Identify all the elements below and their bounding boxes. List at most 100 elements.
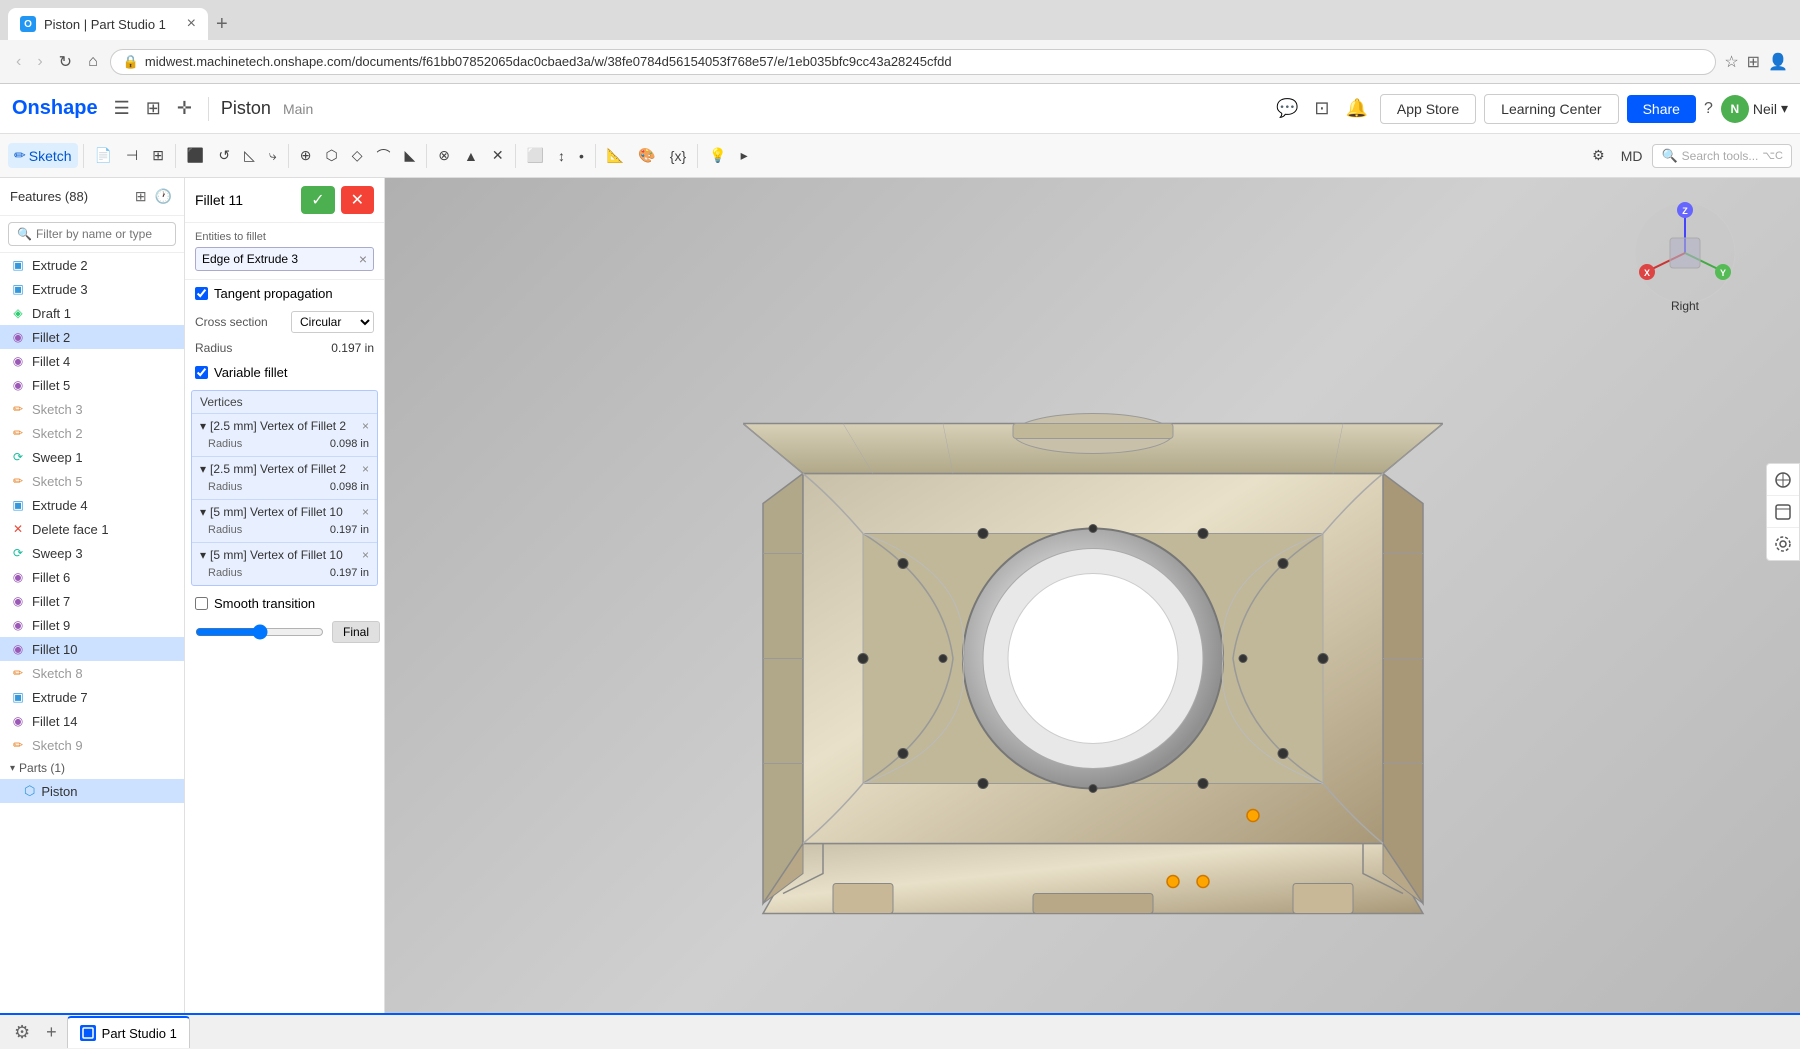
- grid-tools-btn[interactable]: ⊞: [142, 94, 165, 123]
- filter-input[interactable]: [36, 227, 185, 241]
- boolean-btn[interactable]: ⊗: [432, 143, 456, 168]
- help-btn[interactable]: ?: [1704, 100, 1713, 118]
- refresh-btn[interactable]: ↻: [55, 50, 76, 74]
- feature-fillet4[interactable]: ◉ Fillet 4: [0, 349, 184, 373]
- offset-btn[interactable]: ⊕: [294, 143, 318, 168]
- axis-btn[interactable]: ↕: [552, 144, 571, 168]
- chat-btn[interactable]: 💬: [1272, 94, 1302, 123]
- transition-slider[interactable]: [195, 624, 324, 640]
- filter-input-wrapper[interactable]: 🔍: [8, 222, 176, 246]
- render-btn[interactable]: 💡: [703, 143, 732, 168]
- feature-sketch5[interactable]: ✏ Sketch 5: [0, 469, 184, 493]
- feature-draft1[interactable]: ◈ Draft 1: [0, 301, 184, 325]
- feature-extrude4[interactable]: ▣ Extrude 4: [0, 493, 184, 517]
- feature-fillet7[interactable]: ◉ Fillet 7: [0, 589, 184, 613]
- more-btn[interactable]: ▸: [735, 143, 754, 168]
- feature-fillet5[interactable]: ◉ Fillet 5: [0, 373, 184, 397]
- variable-fillet-checkbox[interactable]: [195, 366, 208, 379]
- feature-fillet9[interactable]: ◉ Fillet 9: [0, 613, 184, 637]
- 3d-viewport[interactable]: Z Y X Right: [385, 178, 1800, 1013]
- move-btn[interactable]: ▲: [458, 144, 484, 168]
- share-btn[interactable]: Share: [1627, 95, 1696, 123]
- follow-btn[interactable]: ⊡: [1310, 94, 1333, 123]
- settings-btn[interactable]: ⚙: [1586, 143, 1611, 168]
- plane-btn[interactable]: ⬜: [521, 143, 550, 168]
- sweep-btn[interactable]: ⤷: [263, 143, 283, 168]
- new-tab-btn[interactable]: +: [216, 13, 228, 36]
- expand-all-btn[interactable]: ⊞: [133, 186, 149, 207]
- layers-panel-icon[interactable]: [1767, 464, 1799, 496]
- variable-btn[interactable]: {x}: [664, 144, 692, 168]
- feature-fillet6[interactable]: ◉ Fillet 6: [0, 565, 184, 589]
- fillet-btn[interactable]: ⌒: [370, 142, 396, 170]
- cancel-btn[interactable]: ✕: [341, 186, 374, 214]
- chamfer-btn[interactable]: ◣: [398, 143, 421, 168]
- extensions-btn[interactable]: ⊞: [1747, 52, 1760, 72]
- hamburger-menu-btn[interactable]: ☰: [110, 94, 134, 123]
- feature-sketch2[interactable]: ✏ Sketch 2: [0, 421, 184, 445]
- smooth-transition-label: Smooth transition: [214, 596, 315, 611]
- feature-sketch9[interactable]: ✏ Sketch 9: [0, 733, 184, 757]
- profile-btn[interactable]: 👤: [1768, 52, 1788, 72]
- appearance-panel-icon[interactable]: [1767, 496, 1799, 528]
- feature-fillet10[interactable]: ◉ Fillet 10: [0, 637, 184, 661]
- search-tools-field[interactable]: 🔍 Search tools... ⌥C: [1652, 144, 1792, 168]
- mode-btn[interactable]: MD: [1615, 144, 1649, 168]
- feature-sweep3[interactable]: ⟳ Sweep 3: [0, 541, 184, 565]
- history-btn[interactable]: 🕐: [153, 186, 174, 207]
- tangent-propagation-checkbox[interactable]: [195, 287, 208, 300]
- feature-sketch8[interactable]: ✏ Sketch 8: [0, 661, 184, 685]
- cross-section-select[interactable]: Circular Conic Curvature: [291, 311, 374, 333]
- vertex-remove-1-btn[interactable]: ×: [362, 419, 369, 433]
- active-tab[interactable]: O Piston | Part Studio 1 ×: [8, 8, 208, 40]
- vertex-remove-3-btn[interactable]: ×: [362, 505, 369, 519]
- vertex-remove-4-btn[interactable]: ×: [362, 548, 369, 562]
- back-btn[interactable]: ‹: [12, 51, 25, 73]
- confirm-btn[interactable]: ✓: [301, 186, 334, 214]
- final-btn[interactable]: Final: [332, 621, 380, 643]
- point-btn[interactable]: •: [573, 144, 590, 168]
- part-studio-tab[interactable]: Part Studio 1: [67, 1016, 190, 1048]
- draft-btn[interactable]: ◇: [346, 143, 369, 168]
- part-piston[interactable]: ⬡ Piston: [0, 779, 184, 803]
- sketch-tool-btn[interactable]: ✏ Sketch: [8, 143, 78, 168]
- revolve-btn[interactable]: ↺: [212, 143, 236, 168]
- app-store-btn[interactable]: App Store: [1380, 94, 1476, 124]
- feature-sweep1[interactable]: ⟳ Sweep 1: [0, 445, 184, 469]
- feature-fillet14[interactable]: ◉ Fillet 14: [0, 709, 184, 733]
- learning-center-btn[interactable]: Learning Center: [1484, 94, 1618, 124]
- feature-deleteface1[interactable]: ✕ Delete face 1: [0, 517, 184, 541]
- forward-btn[interactable]: ›: [33, 51, 46, 73]
- appearance-btn[interactable]: 🎨: [632, 143, 661, 168]
- tab-close-btn[interactable]: ×: [187, 16, 196, 32]
- measure-btn[interactable]: 📐: [601, 143, 630, 168]
- bookmark-btn[interactable]: ☆: [1724, 52, 1738, 72]
- add-tab-btn[interactable]: ⚙: [8, 1020, 36, 1045]
- smooth-transition-checkbox[interactable]: [195, 597, 208, 610]
- feature-extrude7[interactable]: ▣ Extrude 7: [0, 685, 184, 709]
- orientation-gizmo[interactable]: Z Y X Right: [1630, 198, 1740, 308]
- feature-fillet2[interactable]: ◉ Fillet 2: [0, 325, 184, 349]
- feature-sketch3[interactable]: ✏ Sketch 3: [0, 397, 184, 421]
- delete-btn[interactable]: ✕: [486, 143, 510, 168]
- nav-actions: ☆ ⊞ 👤: [1724, 52, 1788, 72]
- feature-extrude2[interactable]: ▣ Extrude 2: [0, 253, 184, 277]
- mirror-btn[interactable]: ⊣: [120, 143, 144, 168]
- address-bar[interactable]: 🔒 midwest.machinetech.onshape.com/docume…: [110, 49, 1717, 75]
- shell-btn[interactable]: ⬡: [319, 143, 343, 168]
- vertex-remove-2-btn[interactable]: ×: [362, 462, 369, 476]
- entity-remove-btn[interactable]: ×: [359, 251, 367, 267]
- loft-btn[interactable]: ◺: [238, 143, 261, 168]
- onshape-logo[interactable]: Onshape: [12, 97, 98, 120]
- settings-panel-icon[interactable]: [1767, 528, 1799, 560]
- home-btn[interactable]: ⌂: [84, 51, 102, 73]
- cursor-tools-btn[interactable]: ✛: [173, 94, 196, 123]
- feature-extrude3[interactable]: ▣ Extrude 3: [0, 277, 184, 301]
- new-btn[interactable]: 📄: [89, 143, 118, 168]
- pattern-btn[interactable]: ⊞: [146, 143, 170, 168]
- user-menu-btn[interactable]: N Neil ▾: [1721, 95, 1788, 123]
- extrude-btn[interactable]: ⬛: [181, 143, 210, 168]
- notifications-btn[interactable]: 🔔: [1341, 94, 1371, 123]
- new-tab-add-btn[interactable]: +: [40, 1020, 63, 1045]
- parts-section-header[interactable]: ▾ Parts (1): [0, 757, 184, 779]
